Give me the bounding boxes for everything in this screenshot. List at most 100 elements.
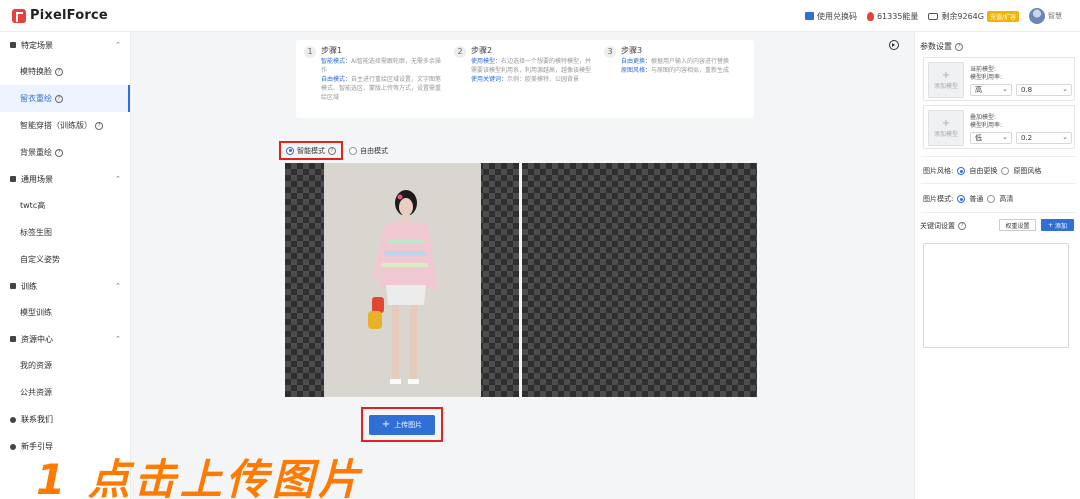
free-mode-option[interactable]: 自由模式 [349, 146, 388, 156]
step-line: 使用模型：右边选择一个想要的模特模型，并需要该模型利用系，利用源越高，越像该模型 [471, 58, 592, 74]
step-line: 原图风格：与原图的内容相似，重新生成 [621, 67, 730, 74]
plus-icon: + [941, 117, 951, 129]
smart-mode-option[interactable]: 智能模式? [279, 141, 343, 160]
help-icon[interactable]: ? [955, 42, 963, 51]
sidebar-group-specific[interactable]: 特定场景 ⌃ [0, 32, 130, 58]
step-line: 自由模式：自主进行重绘区域设置，文字图笔模式、智能选区、蒙版上传等方式，设置需重… [321, 76, 442, 101]
step-number: 3 [604, 46, 616, 58]
free-mode-label: 自由模式 [360, 146, 388, 155]
upload-image-button[interactable]: + 上传图片 [369, 415, 435, 435]
sidebar-item-label: 联系我们 [21, 415, 53, 424]
energy-label: 61335能量 [876, 11, 919, 21]
radio-style-free[interactable] [957, 167, 966, 175]
sidebar-item-label: 自定义姿势 [20, 255, 60, 264]
user-menu[interactable]: 智慧 [1029, 8, 1062, 24]
keyword-textarea[interactable] [923, 243, 1069, 348]
avatar [1029, 8, 1045, 24]
sidebar-item-bg-repaint[interactable]: 背景重绘? [0, 139, 130, 166]
overlay-model-card: + 添加模型 叠加模型: 模型利用率: 低 ⌄ 0.2 ⌄ [923, 105, 1075, 149]
storage-balance: 剩余9264G 充值/扩容 [928, 10, 1019, 22]
energy-balance: 61335能量 [866, 11, 919, 22]
sidebar-group-general[interactable]: 通用场景 ⌃ [0, 166, 130, 192]
redeem-code-link[interactable]: 使用兑换码 [804, 11, 857, 22]
step-line: 智能模式：AI智能选择需跟轮廓，无需多余操作 [321, 58, 441, 74]
ticket-icon [804, 12, 814, 20]
weight-settings-button[interactable]: 权重设置 [999, 219, 1036, 231]
help-icon[interactable]: ? [95, 121, 103, 130]
overlay-level-select[interactable]: 低 ⌄ [970, 132, 1012, 144]
add-keyword-button[interactable]: + 添加 [1041, 219, 1074, 231]
app-logo[interactable]: PixelForce [12, 8, 108, 23]
step-line: 使用关键词：示例：欧美模特、公园背景 [471, 76, 580, 83]
panel-title: 参数设置? [920, 41, 963, 52]
sidebar: 特定场景 ⌃ 模特换脸? 留衣重绘? 智能穿搭（训练版）? 背景重绘? 通用场景… [0, 32, 131, 499]
step-title: 步骤1 [321, 46, 343, 55]
sidebar-item-upscale[interactable]: twtc高 [0, 192, 130, 219]
sidebar-item-pose[interactable]: 自定义姿势 [0, 246, 130, 273]
sidebar-item-label: 智能穿搭（训练版） [20, 121, 92, 130]
grid-icon [10, 42, 16, 48]
sidebar-item-model-train[interactable]: 模型训练 [0, 299, 130, 326]
current-model-card: + 添加模型 当前模型: 模型利用率: 高 ⌄ 0.8 ⌄ [923, 57, 1075, 101]
help-icon[interactable]: ? [55, 67, 63, 76]
collapse-panel-icon[interactable] [889, 40, 899, 50]
contact-icon [10, 416, 16, 423]
divider [921, 183, 1075, 184]
sidebar-item-label: 标签生图 [20, 228, 52, 237]
radio-mode-normal[interactable] [957, 195, 966, 203]
smart-mode-label: 智能模式? [297, 146, 336, 156]
overlay-weight-label: 模型利用率: [970, 122, 1003, 129]
sidebar-item-repaint[interactable]: 留衣重绘? [0, 85, 130, 112]
help-icon[interactable]: ? [55, 94, 63, 103]
sidebar-item-label: 我的资源 [20, 361, 52, 370]
radio-style-original[interactable] [1001, 167, 1010, 175]
sidebar-item-label: 背景重绘 [20, 148, 52, 157]
sidebar-item-my-resources[interactable]: 我的资源 [0, 352, 130, 379]
image-style-row: 图片风格: 自由更换 原图风格 [923, 167, 1042, 175]
image-mode-row: 图片模式: 普通 高清 [923, 195, 1014, 203]
chevron-up-icon: ⌃ [115, 175, 121, 183]
radio-smart-mode[interactable] [286, 146, 294, 155]
recharge-badge[interactable]: 充值/扩容 [986, 10, 1019, 22]
help-icon[interactable]: ? [958, 222, 966, 230]
sidebar-item-contact[interactable]: 联系我们 [0, 406, 130, 433]
current-weight-label: 模型利用率: [970, 74, 1003, 81]
sidebar-item-smart-wear[interactable]: 智能穿搭（训练版）? [0, 112, 130, 139]
image-mode-label: 图片模式: [923, 195, 954, 203]
source-image-canvas[interactable] [285, 163, 519, 397]
overlay-value-select[interactable]: 0.2 ⌄ [1016, 132, 1072, 144]
divider [921, 156, 1075, 157]
model-figure-image [368, 190, 438, 384]
sidebar-group-label: 资源中心 [21, 334, 53, 344]
chevron-down-icon: ⌄ [1062, 85, 1068, 93]
chevron-up-icon: ⌃ [115, 335, 121, 343]
sidebar-item-label: 模特换脸 [20, 67, 52, 76]
step-3: 3 步骤3 自由更换：根据用户输入的内容进行替换 原图风格：与原图的内容相似，重… [604, 46, 746, 112]
radio-mode-hd[interactable] [987, 195, 996, 203]
result-image-canvas [522, 163, 757, 397]
upload-label: 上传图片 [394, 421, 423, 429]
sidebar-item-public-resources[interactable]: 公共资源 [0, 379, 130, 406]
help-icon[interactable]: ? [328, 146, 336, 155]
step-2: 2 步骤2 使用模型：右边选择一个想要的模特模型，并需要该模型利用系，利用源越高… [454, 46, 596, 112]
sidebar-item-label-gen[interactable]: 标签生图 [0, 219, 130, 246]
radio-free-mode[interactable] [349, 146, 357, 155]
step-line: 自由更换：根据用户输入的内容进行替换 [621, 58, 730, 65]
chevron-down-icon: ⌄ [1002, 85, 1008, 93]
add-overlay-model-button[interactable]: + 添加模型 [928, 110, 964, 146]
keyword-label: 关键词设置 [920, 222, 955, 230]
add-current-model-button[interactable]: + 添加模型 [928, 62, 964, 98]
step-number: 1 [304, 46, 316, 58]
sidebar-group-resources[interactable]: 资源中心 ⌃ [0, 326, 130, 352]
step-title: 步骤2 [471, 46, 493, 55]
style-label: 图片风格: [923, 167, 954, 175]
current-level-select[interactable]: 高 ⌄ [970, 84, 1012, 96]
sidebar-group-train[interactable]: 训练 ⌃ [0, 273, 130, 299]
sidebar-item-model-face[interactable]: 模特换脸? [0, 58, 130, 85]
flame-icon [866, 11, 874, 21]
help-icon[interactable]: ? [55, 148, 63, 157]
chevron-up-icon: ⌃ [115, 41, 121, 49]
current-value-select[interactable]: 0.8 ⌄ [1016, 84, 1072, 96]
logo-text: PixelForce [30, 8, 108, 23]
top-right-actions: 使用兑换码 61335能量 剩余9264G 充值/扩容 智慧 [804, 0, 1062, 32]
